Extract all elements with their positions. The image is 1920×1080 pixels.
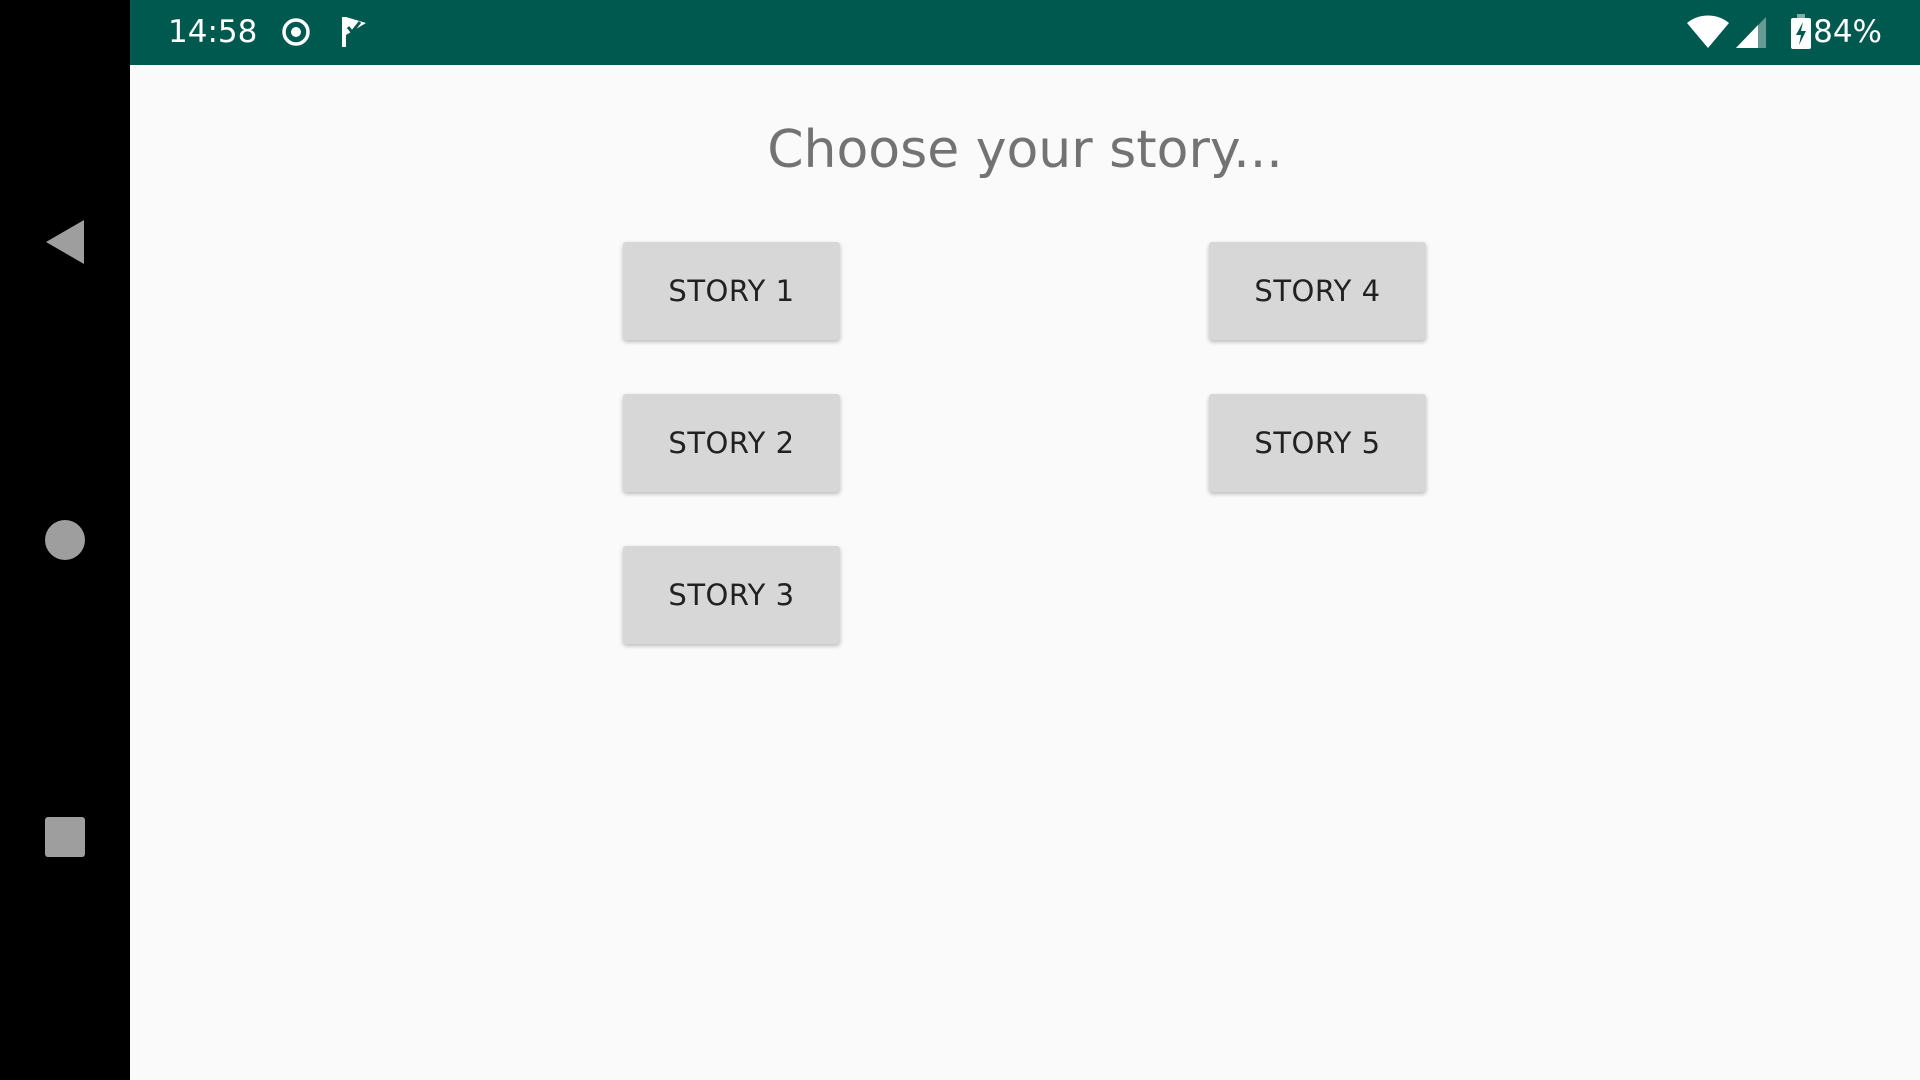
page-title: Choose your story... [767, 120, 1283, 180]
status-time: 14:58 [168, 14, 258, 50]
home-icon [45, 520, 85, 560]
signal-icon [1734, 14, 1768, 50]
story-1-button[interactable]: STORY 1 [623, 242, 840, 340]
back-button[interactable] [0, 212, 130, 272]
recents-icon [45, 817, 85, 857]
battery-charging-icon [1790, 14, 1812, 50]
main-content: Choose your story... STORY 1 STORY 2 STO… [130, 65, 1920, 1080]
back-icon [46, 220, 84, 264]
battery-percent: 84% [1813, 14, 1882, 50]
navigation-bar [0, 0, 130, 1080]
story-5-button[interactable]: STORY 5 [1209, 394, 1426, 492]
story-4-button[interactable]: STORY 4 [1209, 242, 1426, 340]
check-flag-icon [338, 14, 370, 50]
home-button[interactable] [0, 510, 130, 570]
status-bar: 14:58 84% [130, 0, 1920, 65]
recents-button[interactable] [0, 807, 130, 867]
story-3-button[interactable]: STORY 3 [623, 546, 840, 644]
story-2-button[interactable]: STORY 2 [623, 394, 840, 492]
wifi-icon [1686, 14, 1730, 50]
target-icon [280, 14, 312, 50]
